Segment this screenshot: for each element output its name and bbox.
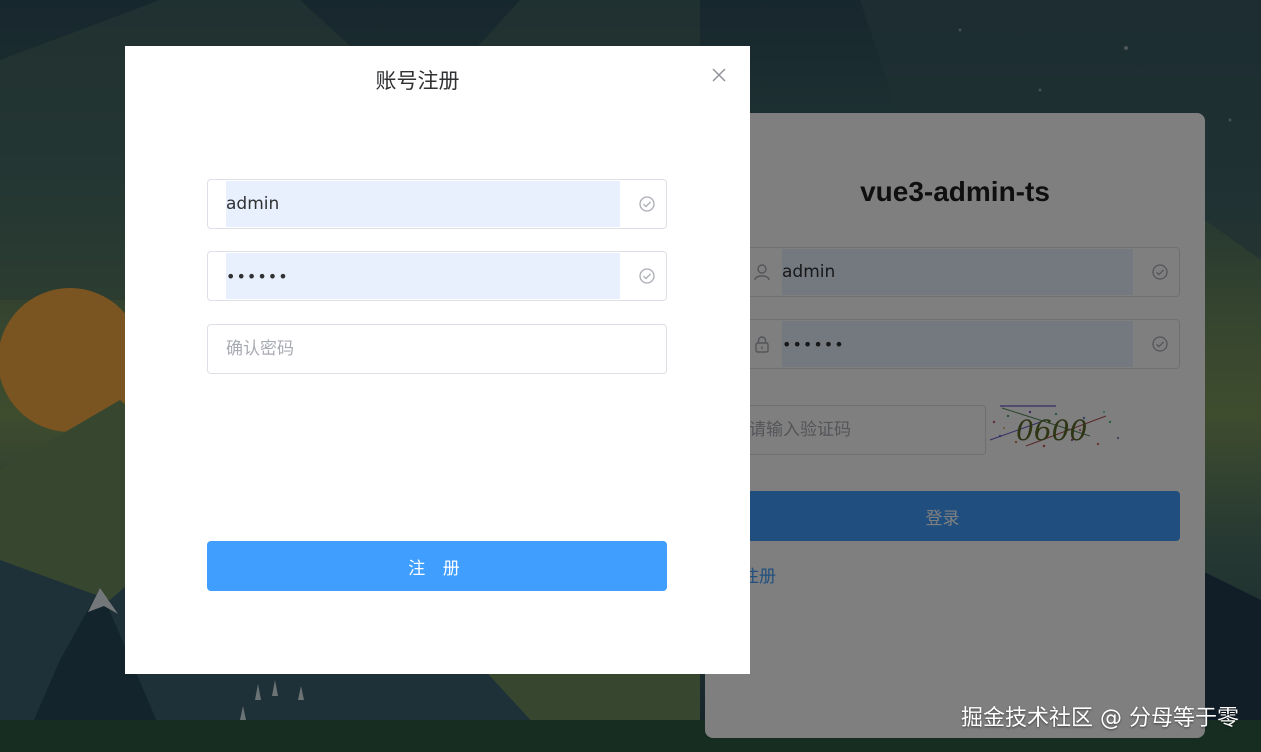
confirm-password-field[interactable] [207, 324, 667, 374]
page-background: vue3-admin-ts admin •••••• [0, 0, 1261, 752]
register-username-field[interactable]: admin [207, 179, 667, 229]
circle-check-icon [639, 196, 655, 212]
register-password-field[interactable]: •••••• [207, 251, 667, 301]
autofill-highlight [226, 181, 620, 227]
register-password-value: •••••• [226, 266, 289, 286]
dialog-title: 账号注册 [375, 69, 460, 93]
register-submit-button[interactable]: 注 册 [207, 541, 667, 591]
watermark: 掘金技术社区 @ 分母等于零 [961, 706, 1239, 731]
close-icon[interactable] [710, 66, 728, 84]
confirm-password-input[interactable] [226, 325, 656, 373]
register-username-value: admin [226, 194, 280, 214]
circle-check-icon [639, 268, 655, 284]
